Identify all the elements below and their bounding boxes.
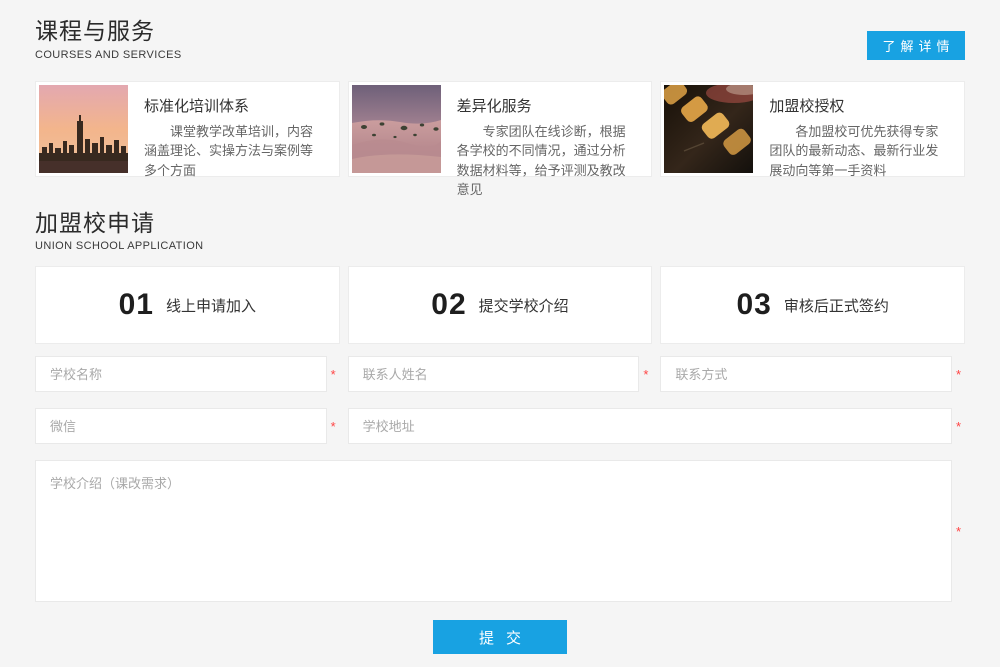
step-number: 02 xyxy=(431,288,466,322)
school-name-field: * xyxy=(35,356,340,392)
desert-dunes-dusk-image xyxy=(352,85,441,173)
card-text-block: 差异化服务 专家团队在线诊断，根据各学校的不同情况，通过分析数据材料等，给予评测… xyxy=(441,85,649,173)
required-marker: * xyxy=(956,420,965,433)
card-title: 加盟校授权 xyxy=(769,95,949,116)
application-form: * * * * * * xyxy=(35,356,965,602)
application-title: 加盟校申请 xyxy=(35,210,204,238)
learn-more-button[interactable]: 了解详情 xyxy=(867,31,965,60)
course-card-franchise-authorization: 加盟校授权 各加盟校可优先获得专家团队的最新动态、最新行业发展动向等第一手资料 xyxy=(660,81,965,177)
card-description: 各加盟校可优先获得专家团队的最新动态、最新行业发展动向等第一手资料 xyxy=(769,122,949,181)
card-text-block: 标准化培训体系 课堂教学改革培训，内容涵盖理论、实操方法与案例等多个方面 xyxy=(128,85,336,173)
contact-phone-field: * xyxy=(660,356,965,392)
wechat-field: * xyxy=(35,408,340,444)
school-address-field: * xyxy=(348,408,965,444)
application-steps: 01 线上申请加入 02 提交学校介绍 03 审核后正式签约 xyxy=(35,266,965,344)
film-strip-image xyxy=(664,85,753,173)
course-cards: 标准化培训体系 课堂教学改革培训，内容涵盖理论、实操方法与案例等多个方面 xyxy=(35,81,965,177)
courses-title-block: 课程与服务 COURSES AND SERVICES xyxy=(35,18,182,61)
wechat-input[interactable] xyxy=(35,408,327,444)
school-address-input[interactable] xyxy=(348,408,952,444)
page-content: 课程与服务 COURSES AND SERVICES 了解详情 xyxy=(0,0,1000,654)
city-skyline-sunset-image xyxy=(39,85,128,173)
card-title: 标准化培训体系 xyxy=(144,95,324,116)
required-marker: * xyxy=(956,368,965,381)
application-title-block: 加盟校申请 UNION SCHOOL APPLICATION xyxy=(35,210,204,253)
required-marker: * xyxy=(643,368,652,381)
card-text-block: 加盟校授权 各加盟校可优先获得专家团队的最新动态、最新行业发展动向等第一手资料 xyxy=(753,85,961,173)
step-number: 01 xyxy=(119,288,154,322)
submit-row: 提交 xyxy=(35,620,965,654)
step-label: 提交学校介绍 xyxy=(479,295,569,316)
card-description: 课堂教学改革培训，内容涵盖理论、实操方法与案例等多个方面 xyxy=(144,122,324,181)
school-intro-textarea[interactable] xyxy=(35,460,952,602)
card-description: 专家团队在线诊断，根据各学校的不同情况，通过分析数据材料等，给予评测及教改意见 xyxy=(457,122,637,200)
school-name-input[interactable] xyxy=(35,356,327,392)
step-card-sign-contract: 03 审核后正式签约 xyxy=(660,266,965,344)
step-label: 线上申请加入 xyxy=(166,295,256,316)
course-card-differentiated-service: 差异化服务 专家团队在线诊断，根据各学校的不同情况，通过分析数据材料等，给予评测… xyxy=(348,81,653,177)
courses-header: 课程与服务 COURSES AND SERVICES 了解详情 xyxy=(35,18,965,61)
school-intro-field: * xyxy=(35,460,965,602)
courses-subtitle: COURSES AND SERVICES xyxy=(35,49,182,61)
required-marker: * xyxy=(331,420,340,433)
required-marker: * xyxy=(956,525,965,538)
step-number: 03 xyxy=(736,288,771,322)
step-card-submit-intro: 02 提交学校介绍 xyxy=(348,266,653,344)
contact-phone-input[interactable] xyxy=(660,356,952,392)
card-title: 差异化服务 xyxy=(457,95,637,116)
contact-name-input[interactable] xyxy=(348,356,640,392)
step-card-apply-online: 01 线上申请加入 xyxy=(35,266,340,344)
required-marker: * xyxy=(331,368,340,381)
application-subtitle: UNION SCHOOL APPLICATION xyxy=(35,240,204,252)
contact-name-field: * xyxy=(348,356,653,392)
courses-title: 课程与服务 xyxy=(35,18,182,46)
step-label: 审核后正式签约 xyxy=(784,295,889,316)
application-header: 加盟校申请 UNION SCHOOL APPLICATION xyxy=(35,210,965,253)
course-card-standard-training: 标准化培训体系 课堂教学改革培训，内容涵盖理论、实操方法与案例等多个方面 xyxy=(35,81,340,177)
submit-button[interactable]: 提交 xyxy=(433,620,567,654)
